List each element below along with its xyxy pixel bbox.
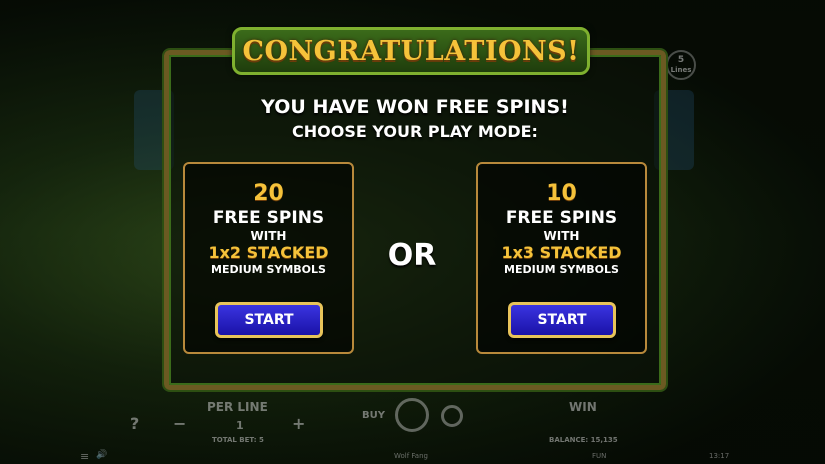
- option-symbols-label: MEDIUM SYMBOLS: [211, 263, 326, 276]
- or-separator: OR: [387, 238, 437, 273]
- win-label: WIN: [569, 400, 597, 414]
- option-stacked-label: 1x2 STACKED: [208, 243, 329, 262]
- per-line-value: 1: [236, 419, 244, 432]
- option-panel-20-spins: 20 FREE SPINS WITH 1x2 STACKED MEDIUM SY…: [183, 162, 354, 354]
- bottom-control-bar: ? PER LINE − 1 + TOTAL BET: 5 BUY WIN BA…: [0, 392, 825, 464]
- banner-title: CONGRATULATIONS!: [242, 35, 580, 67]
- menu-icon[interactable]: ≡: [80, 450, 89, 463]
- game-name: Wolf Fang: [394, 452, 428, 460]
- option-spin-count: 20: [253, 181, 284, 206]
- sound-icon[interactable]: 🔊: [96, 450, 107, 460]
- option-stacked-label: 1x3 STACKED: [501, 243, 622, 262]
- option-free-spins-label: FREE SPINS: [212, 208, 325, 228]
- option-spin-count: 10: [546, 181, 577, 206]
- option-with-label: WITH: [250, 229, 287, 243]
- clock: 13:17: [709, 452, 730, 460]
- start-button-10-spins[interactable]: START: [508, 302, 616, 338]
- option-symbols-label: MEDIUM SYMBOLS: [504, 263, 619, 276]
- congratulations-banner: CONGRATULATIONS!: [232, 27, 590, 75]
- choose-mode-subheadline: CHOOSE YOUR PLAY MODE:: [292, 122, 538, 141]
- buy-button[interactable]: BUY: [362, 410, 385, 421]
- option-panel-10-spins: 10 FREE SPINS WITH 1x3 STACKED MEDIUM SY…: [476, 162, 647, 354]
- lines-badge-label: Lines: [670, 66, 692, 74]
- total-bet: TOTAL BET: 5: [212, 436, 264, 444]
- lines-badge: 5 Lines: [666, 50, 696, 80]
- spin-button-icon[interactable]: [395, 398, 429, 432]
- lines-badge-count: 5: [677, 55, 685, 65]
- option-with-label: WITH: [543, 229, 580, 243]
- bet-minus-button[interactable]: −: [173, 414, 186, 433]
- balance: BALANCE: 15,135: [549, 436, 618, 444]
- start-button-20-spins[interactable]: START: [215, 302, 323, 338]
- per-line-label: PER LINE: [207, 400, 268, 414]
- option-free-spins-label: FREE SPINS: [505, 208, 618, 228]
- autoplay-icon[interactable]: [441, 405, 463, 427]
- mode-label: FUN: [592, 452, 607, 460]
- won-free-spins-headline: YOU HAVE WON FREE SPINS!: [261, 96, 569, 118]
- help-button[interactable]: ?: [130, 414, 139, 433]
- bet-plus-button[interactable]: +: [292, 414, 305, 433]
